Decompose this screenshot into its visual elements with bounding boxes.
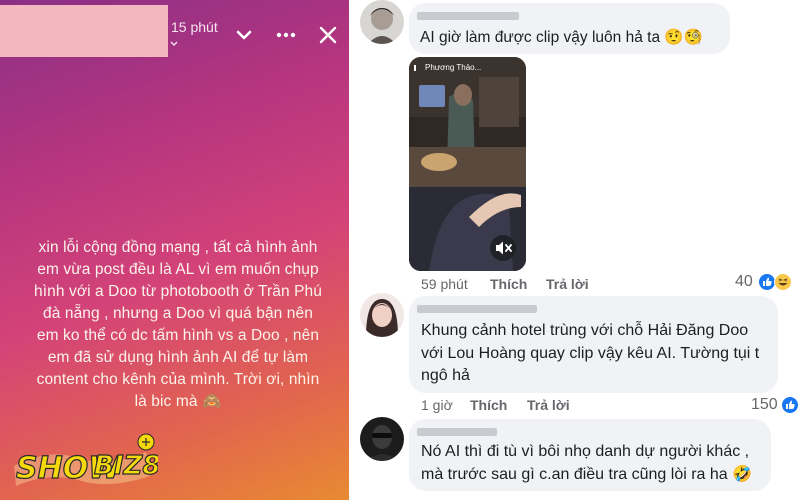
comment-bubble: Nó AI thì đi tù vì bôi nhọ danh dự người…	[409, 419, 771, 491]
redacted-username	[0, 5, 168, 57]
like-button[interactable]: Thích	[470, 397, 507, 413]
chevron-down-icon[interactable]	[233, 24, 255, 46]
like-reaction-icon	[781, 396, 799, 414]
chevron-small-icon	[170, 41, 178, 46]
comment-bubble: AI giờ làm được clip vậy luôn hả ta 🤨🧐	[409, 3, 730, 54]
showbiz8-logo: SHOW BIZ8	[14, 433, 158, 487]
video-overlay-title: Phương Thảo...	[425, 63, 482, 72]
close-icon[interactable]	[317, 24, 339, 46]
comment-text-line: với Lou Hoàng quay clip vậy kêu AI. Tườn…	[421, 345, 760, 362]
haha-reaction-icon	[774, 273, 792, 291]
more-icon[interactable]	[275, 24, 297, 46]
comment-text-line: mà trước sau gì c.an điều tra cũng lòi r…	[421, 466, 753, 483]
avatar[interactable]	[360, 293, 404, 337]
reaction-count[interactable]: 40	[735, 273, 753, 291]
comment-time: 59 phút	[421, 276, 468, 292]
like-button[interactable]: Thích	[490, 276, 527, 292]
comment-text-line: ngô hả	[421, 367, 470, 384]
reaction-count[interactable]: 150	[751, 396, 778, 414]
story-time: 15 phút	[171, 19, 218, 35]
story-panel: 15 phút xin lỗi cộng đồng mạng , tất cả …	[0, 0, 349, 500]
redacted-username	[417, 305, 537, 313]
reply-button[interactable]: Trả lời	[546, 276, 589, 292]
comment-bubble: Khung cảnh hotel trùng với chỗ Hải Đăng …	[409, 296, 778, 393]
redacted-username	[417, 12, 519, 20]
comment-text: AI giờ làm được clip vậy luôn hả ta 🤨🧐	[420, 29, 703, 46]
avatar[interactable]	[360, 417, 404, 461]
mute-icon[interactable]	[489, 234, 517, 262]
story-caption: xin lỗi cộng đồng mạng , tất cả hình ảnh…	[34, 239, 322, 410]
redacted-username	[417, 428, 497, 436]
comment-time: 1 giờ	[421, 397, 453, 413]
video-thumbnail[interactable]: Phương Thảo...	[409, 57, 526, 271]
reply-button[interactable]: Trả lời	[527, 397, 570, 413]
comment-text-line: Nó AI thì đi tù vì bôi nhọ danh dự người…	[421, 443, 750, 460]
svg-text:BIZ8: BIZ8	[94, 451, 158, 481]
avatar[interactable]	[360, 0, 404, 44]
comment-text-line: Khung cảnh hotel trùng với chỗ Hải Đăng …	[421, 322, 749, 339]
